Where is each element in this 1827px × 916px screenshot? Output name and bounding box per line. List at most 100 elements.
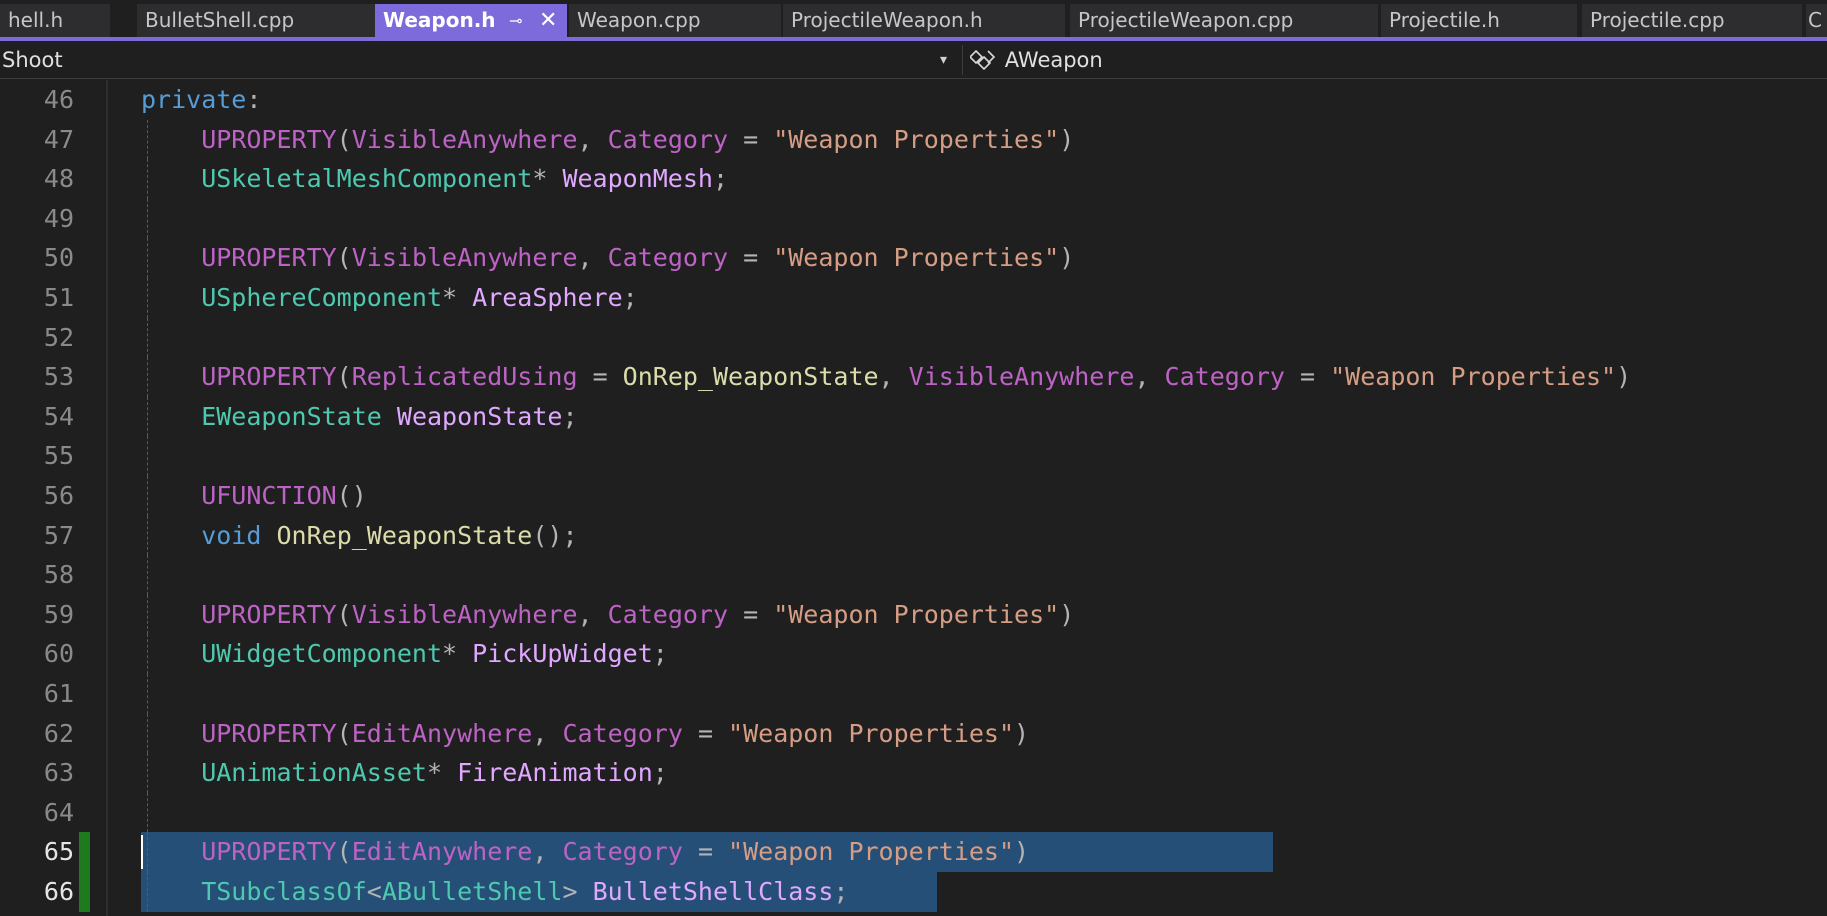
code-token: FireAnimation: [457, 758, 653, 788]
line-number: 59: [43, 599, 74, 629]
tab-bulletshell-cpp[interactable]: BulletShell.cpp: [137, 4, 375, 37]
code-line[interactable]: 51 USphereComponent* AreaSphere;: [0, 278, 1827, 318]
change-indicator-bar: [79, 832, 90, 872]
code-token: (: [336, 718, 352, 748]
indent-guide: [147, 198, 148, 239]
code-token: ,: [577, 124, 608, 154]
code-line[interactable]: 46 private:: [0, 80, 1827, 120]
code-text: UAnimationAsset* FireAnimation;: [141, 753, 668, 793]
code-token: ReplicatedUsing: [351, 362, 578, 392]
code-line[interactable]: 47 UPROPERTY(VisibleAnywhere, Category =…: [0, 119, 1827, 160]
code-token: ): [1014, 718, 1030, 748]
code-token: Category: [562, 837, 683, 867]
code-token: ;: [712, 164, 729, 194]
code-line[interactable]: 48 USkeletalMeshComponent* WeaponMesh;: [0, 159, 1827, 199]
tab-projectile-h[interactable]: Projectile.h: [1381, 4, 1577, 37]
code-line[interactable]: 58: [0, 555, 1827, 595]
line-number: 49: [43, 203, 74, 233]
tab-weapon-h[interactable]: Weapon.h ⊸ ✕: [375, 4, 567, 37]
code-line[interactable]: 61: [0, 674, 1827, 714]
line-number: 55: [43, 441, 74, 471]
code-token: ): [1616, 362, 1632, 392]
code-line[interactable]: 64: [0, 792, 1827, 833]
line-number: 62: [43, 718, 74, 748]
navigation-bar: Shoot ▾ AWeapon: [0, 41, 1827, 79]
code-line[interactable]: 54 EWeaponState WeaponState;: [0, 396, 1827, 437]
code-token: VisibleAnywhere: [351, 124, 578, 154]
code-line[interactable]: 53 UPROPERTY(ReplicatedUsing = OnRep_Wea…: [0, 357, 1827, 397]
tab-label: C: [1808, 8, 1822, 32]
tab-overflow[interactable]: C: [1806, 4, 1827, 37]
code-token: TSubclassOf: [141, 877, 367, 906]
line-number: 60: [43, 639, 74, 669]
code-line[interactable]: 63 UAnimationAsset* FireAnimation;: [0, 753, 1827, 793]
code-token: ;: [652, 639, 668, 669]
code-token: =: [1284, 362, 1331, 392]
code-token: UWidgetComponent: [141, 639, 443, 669]
close-icon[interactable]: ✕: [539, 4, 557, 37]
code-line[interactable]: 50 UPROPERTY(VisibleAnywhere, Category =…: [0, 238, 1827, 278]
code-token: USphereComponent: [141, 283, 443, 312]
code-text: UPROPERTY(VisibleAnywhere, Category = "W…: [141, 238, 1074, 278]
chevron-down-icon[interactable]: ▾: [940, 41, 947, 79]
class-scope-dropdown[interactable]: AWeapon: [968, 41, 1103, 81]
code-token: ,: [577, 243, 608, 273]
code-token: void: [141, 520, 262, 550]
code-text: UPROPERTY(VisibleAnywhere, Category = "W…: [141, 595, 1074, 635]
code-token: Category: [607, 124, 729, 154]
code-line[interactable]: 60 UWidgetComponent* PickUpWidget;: [0, 634, 1827, 674]
code-editor[interactable]: 46 private: 47 UPROPERTY(VisibleAnywhere, …: [0, 80, 1827, 916]
code-token: (: [336, 837, 352, 867]
code-token: (: [336, 362, 352, 392]
code-token: UPROPERTY: [141, 837, 337, 867]
code-token: ,: [532, 837, 563, 867]
code-line[interactable]: 55: [0, 436, 1827, 476]
code-line[interactable]: 59 UPROPERTY(VisibleAnywhere, Category =…: [0, 594, 1827, 635]
code-token: ();: [532, 520, 578, 550]
line-number: 51: [43, 283, 74, 312]
code-token: WeaponState: [396, 401, 563, 431]
code-token: "Weapon Properties": [773, 124, 1060, 154]
change-indicator-bar: [79, 872, 90, 912]
tab-label: Projectile.cpp: [1590, 8, 1725, 32]
pin-icon[interactable]: ⊸: [509, 4, 522, 37]
code-token: UPROPERTY: [141, 124, 337, 154]
tab-label: Weapon.cpp: [577, 8, 701, 32]
code-token: ;: [833, 877, 849, 906]
code-line[interactable]: 65 UPROPERTY(EditAnywhere, Category = "W…: [0, 832, 1827, 872]
code-line[interactable]: 62 UPROPERTY(EditAnywhere, Category = "W…: [0, 713, 1827, 754]
code-line[interactable]: 56 UFUNCTION(): [0, 476, 1827, 516]
code-line[interactable]: 57 void OnRep_WeaponState();: [0, 515, 1827, 556]
code-token: ,: [577, 599, 608, 629]
code-line[interactable]: 49: [0, 198, 1827, 239]
code-line[interactable]: 66 TSubclassOf<ABulletShell> BulletShell…: [0, 872, 1827, 912]
code-token: "Weapon Properties": [773, 243, 1060, 273]
class-icon: [968, 43, 998, 81]
code-token: VisibleAnywhere: [351, 243, 578, 273]
tab-label: hell.h: [8, 8, 64, 32]
line-number: 58: [43, 560, 74, 590]
code-token: Category: [607, 243, 729, 273]
code-token: *: [442, 639, 473, 669]
project-scope-dropdown[interactable]: Shoot: [0, 41, 960, 79]
code-token: ,: [532, 718, 563, 748]
code-token: =: [682, 837, 729, 867]
tab-weapon-cpp[interactable]: Weapon.cpp: [569, 4, 781, 37]
tab-projectile-cpp[interactable]: Projectile.cpp: [1582, 4, 1802, 37]
code-token: BulletShellClass: [592, 877, 834, 906]
code-text: USkeletalMeshComponent* WeaponMesh;: [141, 159, 728, 199]
code-token: ;: [562, 401, 578, 431]
code-token: "Weapon Properties": [1330, 362, 1617, 392]
line-number: 48: [43, 164, 74, 194]
tab-projectileweapon-cpp[interactable]: ProjectileWeapon.cpp: [1070, 4, 1378, 37]
code-line[interactable]: 52: [0, 317, 1827, 358]
indent-guide: [147, 674, 148, 714]
code-token: private: [141, 85, 247, 114]
tab-projectileweapon-h[interactable]: ProjectileWeapon.h: [783, 4, 1065, 37]
code-text: UWidgetComponent* PickUpWidget;: [141, 634, 668, 674]
tab-hell-h[interactable]: hell.h: [0, 4, 110, 37]
indent-guide: [147, 317, 148, 358]
code-token: (): [336, 481, 367, 510]
